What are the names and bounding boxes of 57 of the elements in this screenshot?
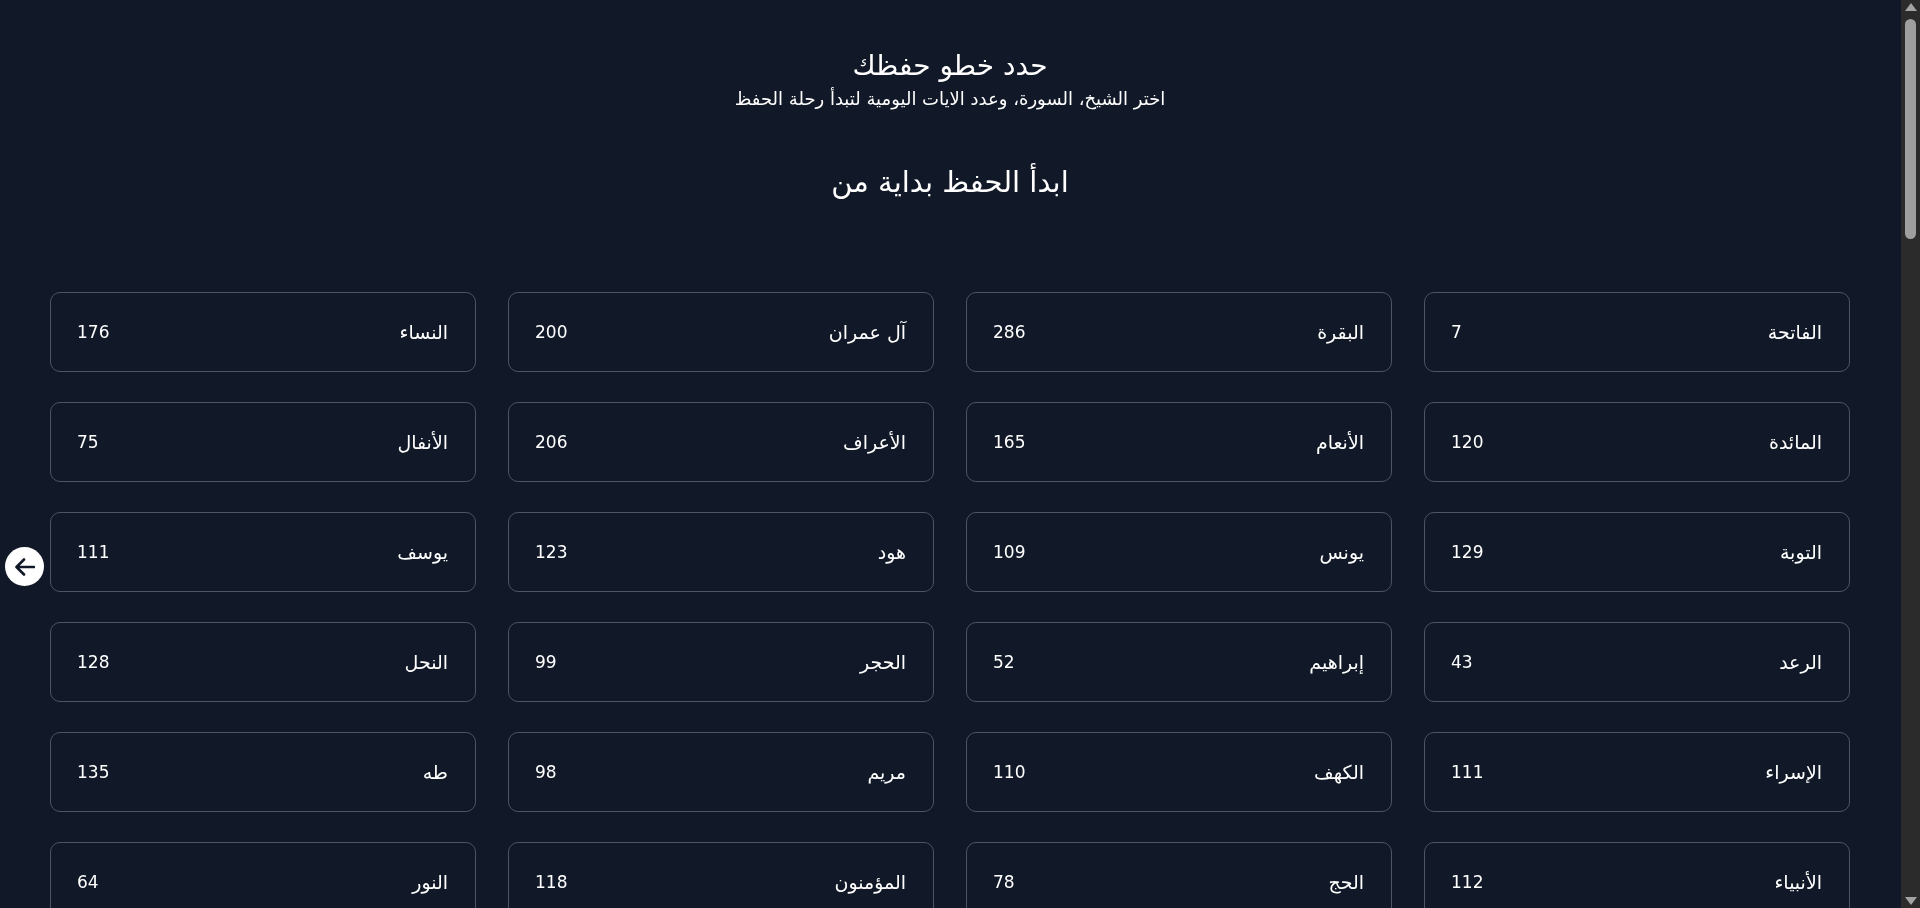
surah-name: طه xyxy=(422,761,448,783)
verse-count: 165 xyxy=(993,432,1026,452)
verse-count: 286 xyxy=(993,322,1026,342)
verse-count: 7 xyxy=(1451,322,1462,342)
surah-name: يونس xyxy=(1319,541,1364,563)
scroll-up-icon[interactable] xyxy=(1904,3,1917,11)
scroll-down-icon[interactable] xyxy=(1904,897,1917,905)
surah-name: الفاتحة xyxy=(1767,321,1822,343)
verse-count: 99 xyxy=(535,652,557,672)
verse-count: 111 xyxy=(1451,762,1484,782)
verse-count: 123 xyxy=(535,542,568,562)
surah-name: الحج xyxy=(1328,871,1364,893)
scrollbar[interactable] xyxy=(1901,0,1920,908)
surah-name: الأعراف xyxy=(843,431,906,453)
verse-count: 52 xyxy=(993,652,1015,672)
arrow-left-icon xyxy=(14,557,35,576)
verse-count: 78 xyxy=(993,872,1015,892)
verse-count: 176 xyxy=(77,322,110,342)
verse-count: 111 xyxy=(77,542,110,562)
verse-count: 75 xyxy=(77,432,99,452)
surah-name: آل عمران xyxy=(828,321,906,343)
surah-name: إبراهيم xyxy=(1309,651,1364,673)
surah-name: الأنعام xyxy=(1315,431,1364,453)
surah-name: المؤمنون xyxy=(834,871,906,893)
surah-name: البقرة xyxy=(1317,321,1364,343)
page-subtitle: اختر الشيخ، السورة، وعدد الايات اليومية لتبدأ رحلة الحفظ xyxy=(734,86,1166,112)
verse-count: 98 xyxy=(535,762,557,782)
surah-name: الأنفال xyxy=(397,431,448,453)
surah-name: التوبة xyxy=(1779,541,1822,563)
verse-count: 109 xyxy=(993,542,1026,562)
verse-count: 135 xyxy=(77,762,110,782)
verse-count: 120 xyxy=(1451,432,1484,452)
surah-name: الرعد xyxy=(1779,651,1822,673)
verse-count: 118 xyxy=(535,872,568,892)
surah-name: النحل xyxy=(404,651,448,673)
section-heading: ابدأ الحفظ بداية من xyxy=(831,162,1069,201)
scrollbar-thumb[interactable] xyxy=(1905,19,1916,239)
verse-count: 112 xyxy=(1451,872,1484,892)
previous-button[interactable] xyxy=(5,547,44,586)
verse-count: 206 xyxy=(535,432,568,452)
surah-name: النور xyxy=(412,871,448,893)
verse-count: 110 xyxy=(993,762,1026,782)
surah-name: الإسراء xyxy=(1765,761,1822,783)
verse-count: 64 xyxy=(77,872,99,892)
verse-count: 43 xyxy=(1451,652,1473,672)
surah-name: النساء xyxy=(399,321,448,343)
surah-name: الكهف xyxy=(1314,761,1364,783)
surah-name: الحجر xyxy=(859,651,906,673)
page-title: حدد خطو حفظك xyxy=(852,48,1048,84)
surah-name: هود xyxy=(877,541,906,563)
verse-count: 129 xyxy=(1451,542,1484,562)
surah-name: المائدة xyxy=(1768,431,1822,453)
surah-name: يوسف xyxy=(397,541,448,563)
surah-name: مريم xyxy=(867,761,906,783)
verse-count: 200 xyxy=(535,322,568,342)
surah-name: الأنبياء xyxy=(1774,871,1822,893)
verse-count: 128 xyxy=(77,652,110,672)
